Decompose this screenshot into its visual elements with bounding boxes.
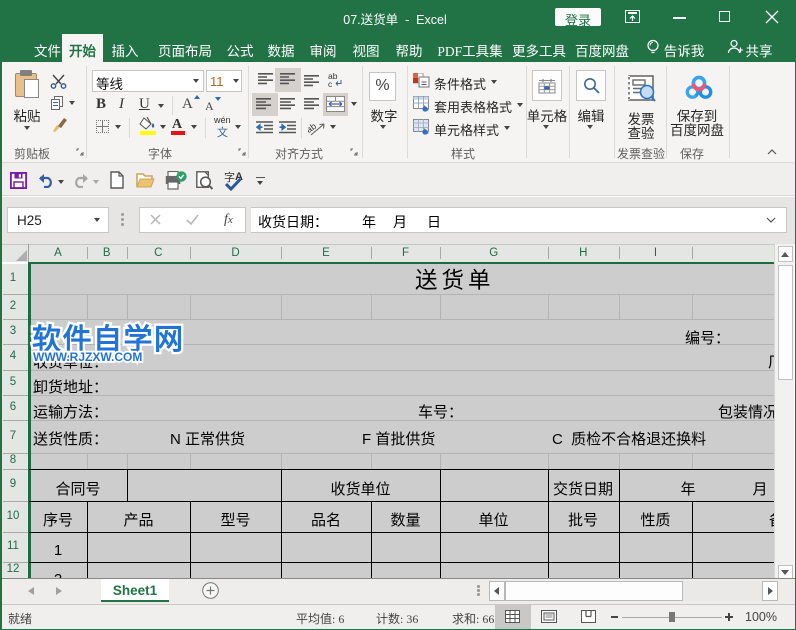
svg-text:WWW.RJZXW.COM: WWW.RJZXW.COM — [33, 350, 142, 364]
